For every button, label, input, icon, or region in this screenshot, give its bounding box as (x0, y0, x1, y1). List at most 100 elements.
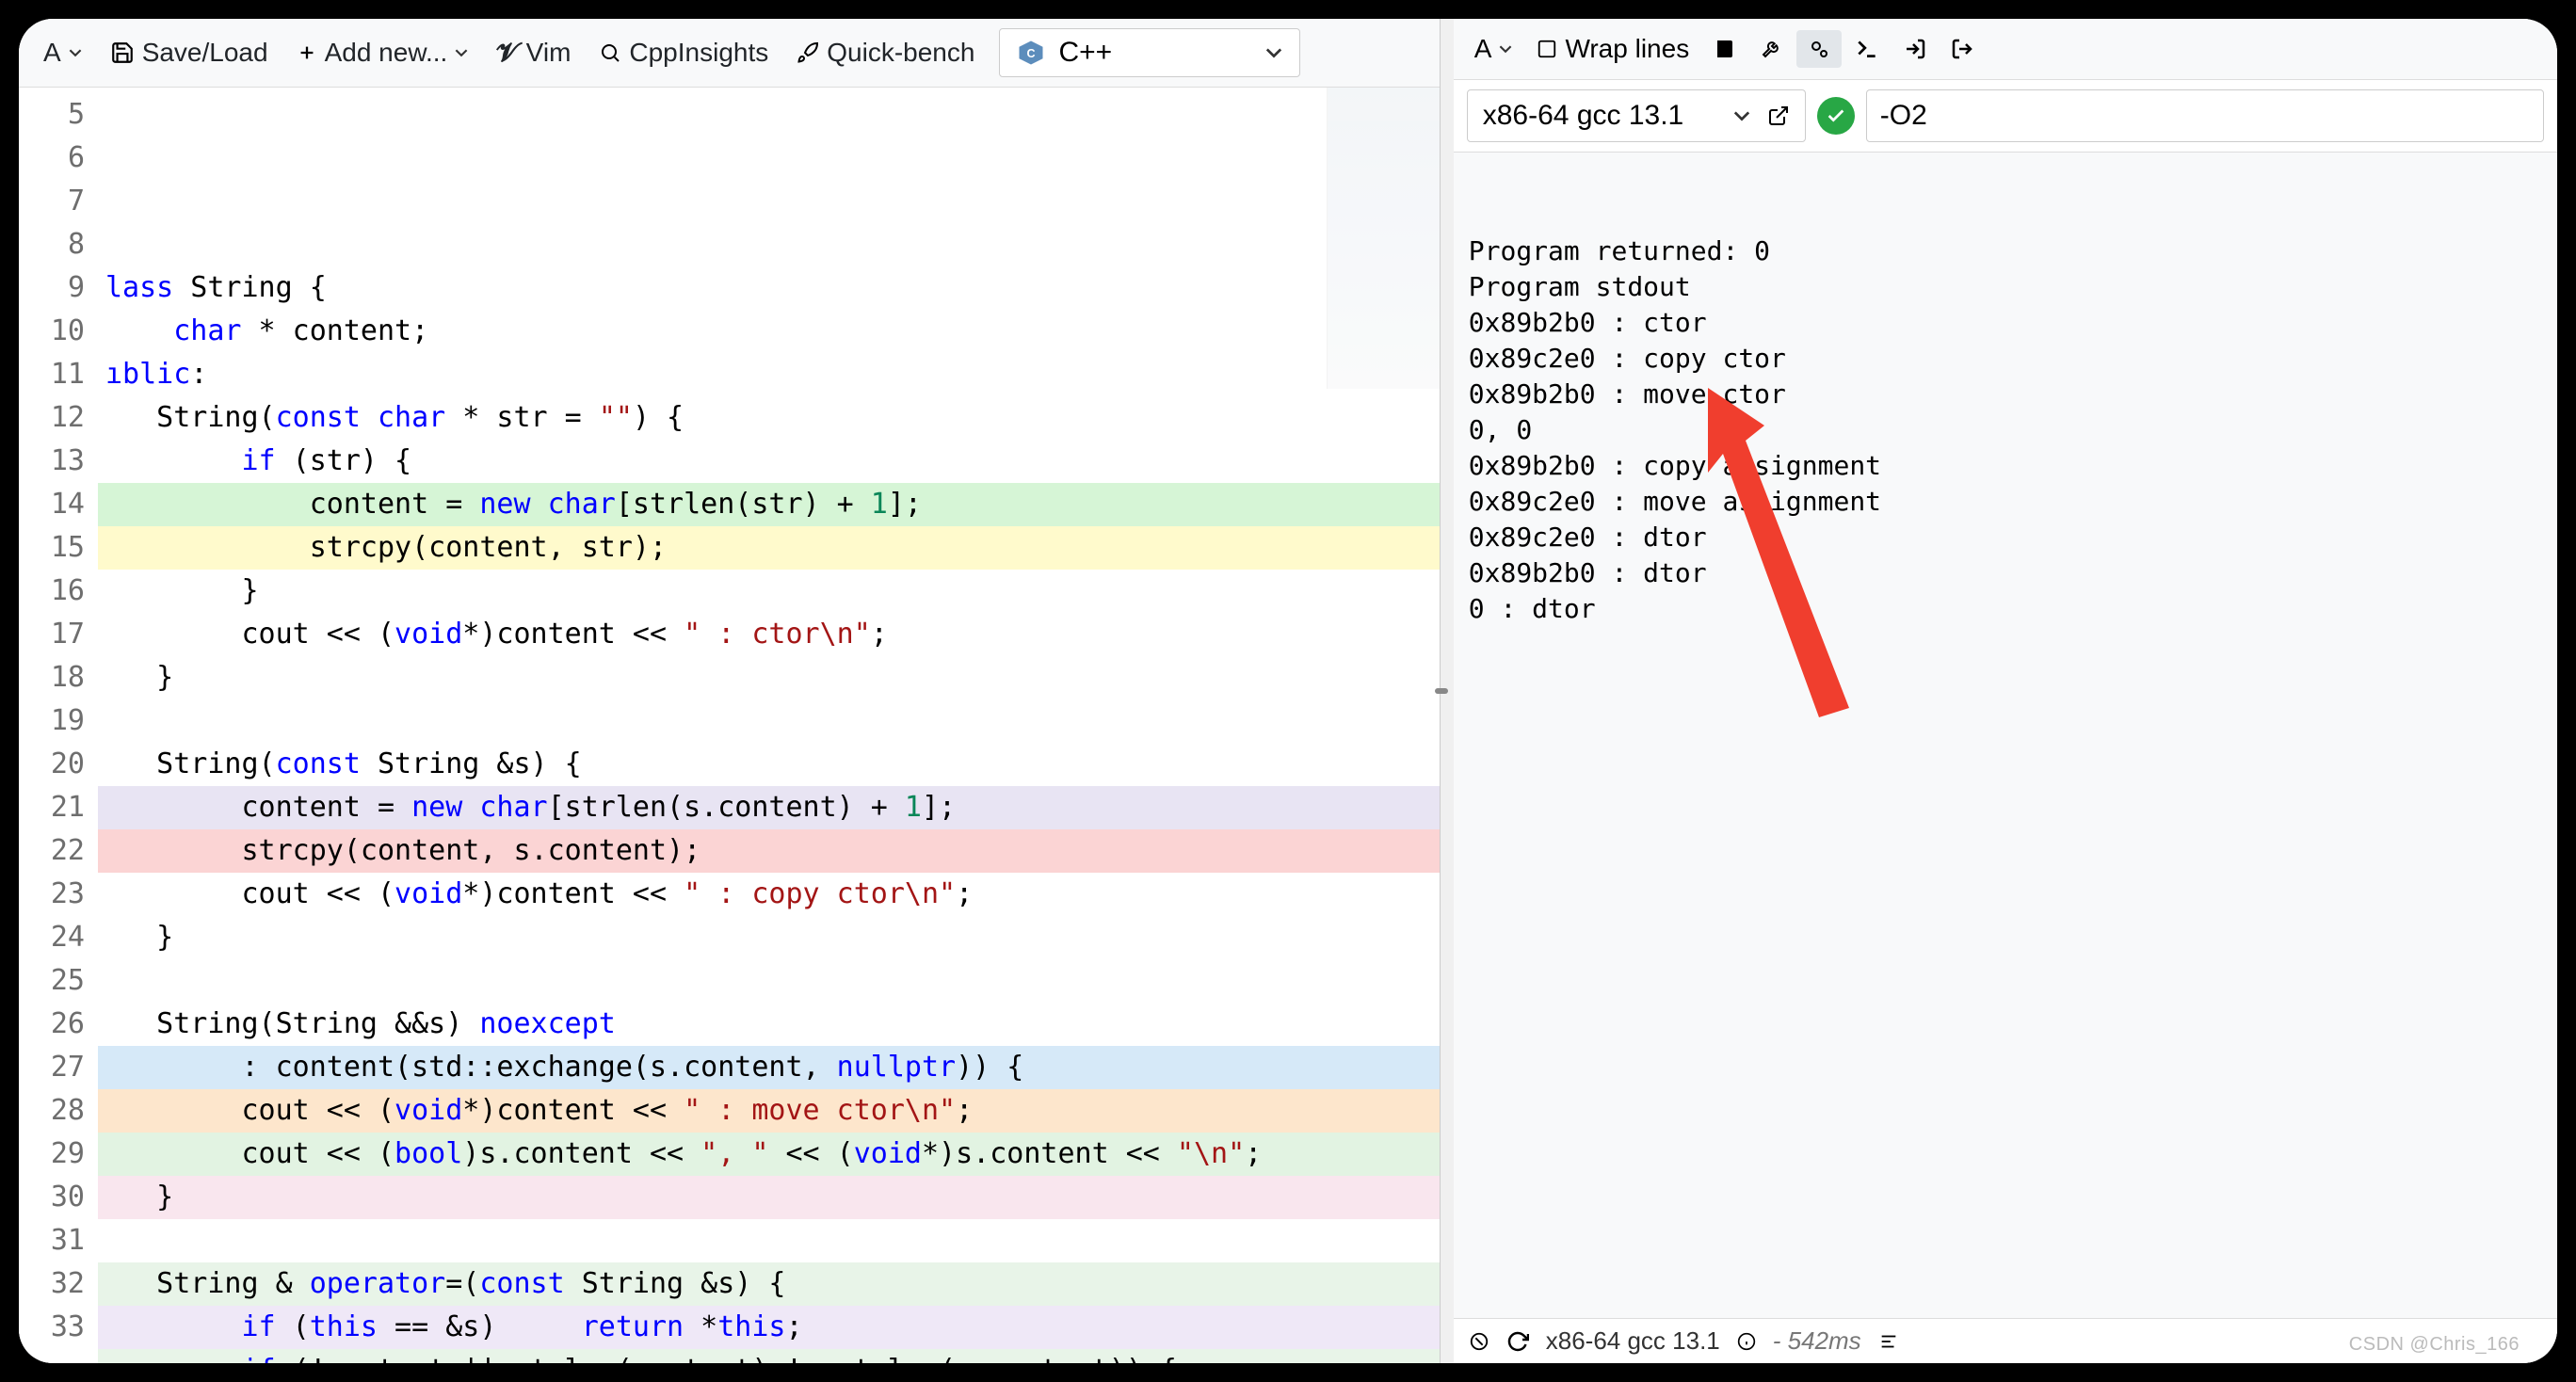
code-line[interactable]: : content(std::exchange(s.content, nullp… (98, 1046, 1440, 1089)
caret-down-icon (1265, 44, 1282, 61)
libraries-button[interactable] (1702, 30, 1747, 68)
code-line[interactable]: lass String { (98, 266, 1440, 310)
wrench-icon (1761, 38, 1783, 60)
line-gutter: 5678910111213141516171819202122232425262… (19, 88, 98, 1363)
gears-icon (1808, 38, 1830, 60)
compiler-flags-value: -O2 (1880, 100, 1927, 131)
code-line[interactable]: cout << (void*)content << " : move ctor\… (98, 1089, 1440, 1133)
output-line: 0, 0 (1469, 412, 2542, 448)
output-line: 0x89b2b0 : dtor (1469, 555, 2542, 591)
app-frame: A Save/Load Add new... 𝓥 Vim CppInsights (19, 19, 2557, 1363)
save-load-label: Save/Load (142, 38, 268, 68)
refresh-icon[interactable] (1506, 1330, 1529, 1353)
compiler-name: x86-64 gcc 13.1 (1483, 100, 1683, 132)
output-line: 0x89c2e0 : dtor (1469, 520, 2542, 555)
code-line[interactable]: String(const char * str = "") { (98, 396, 1440, 440)
editor-pane: A Save/Load Add new... 𝓥 Vim CppInsights (19, 19, 1441, 1363)
code-line[interactable]: cout << (void*)content << " : copy ctor\… (98, 873, 1440, 916)
login-icon (1904, 38, 1926, 60)
code-line[interactable] (98, 959, 1440, 1003)
caret-down-icon (1499, 42, 1512, 56)
compiler-row: x86-64 gcc 13.1 -O2 (1454, 80, 2557, 153)
font-label: A (43, 38, 61, 68)
output-line: 0x89c2e0 : move assignment (1469, 484, 2542, 520)
code-line[interactable]: } (98, 656, 1440, 699)
external-link-icon[interactable] (1767, 104, 1790, 127)
caret-down-icon (455, 46, 468, 59)
editor-toolbar: A Save/Load Add new... 𝓥 Vim CppInsights (19, 19, 1440, 88)
output-toolbar: A Wrap lines (1454, 19, 2557, 80)
output-pane: A Wrap lines (1454, 19, 2557, 1363)
code-line[interactable]: String(String &&s) noexcept (98, 1003, 1440, 1046)
font-dropdown-output[interactable]: A (1463, 26, 1524, 72)
code-editor[interactable]: 5678910111213141516171819202122232425262… (19, 88, 1440, 1363)
terminal-icon (1855, 37, 1879, 61)
code-line[interactable] (98, 223, 1440, 266)
popout-button[interactable] (1940, 30, 1985, 68)
output-line: 0x89b2b0 : ctor (1469, 305, 2542, 341)
font-dropdown[interactable]: A (32, 32, 93, 73)
cppinsights-button[interactable]: CppInsights (588, 32, 780, 73)
code-line[interactable]: char * content; (98, 310, 1440, 353)
output-line: 0x89b2b0 : copy assignment (1469, 448, 2542, 484)
code-line[interactable]: if (str) { (98, 440, 1440, 483)
code-area[interactable]: lass String { char * content;ıblic: Stri… (98, 88, 1440, 1363)
logout-icon (1951, 38, 1973, 60)
vim-label: Vim (526, 38, 572, 68)
output-line: 0x89b2b0 : move ctor (1469, 377, 2542, 412)
output-line: 0 : dtor (1469, 591, 2542, 627)
quickbench-label: Quick-bench (827, 38, 974, 68)
add-new-label: Add new... (325, 38, 448, 68)
code-line[interactable]: } (98, 1176, 1440, 1219)
vim-button[interactable]: 𝓥 Vim (485, 32, 582, 74)
code-line[interactable]: ıblic: (98, 353, 1440, 396)
compiler-flags-input[interactable]: -O2 (1866, 89, 2544, 142)
output-line: Program returned: 0 (1469, 233, 2542, 269)
status-compiler: x86-64 gcc 13.1 (1546, 1326, 1720, 1356)
bytes-icon[interactable] (1878, 1331, 1899, 1352)
compiler-select[interactable]: x86-64 gcc 13.1 (1467, 89, 1806, 142)
code-line[interactable]: cout << (void*)content << " : ctor\n"; (98, 613, 1440, 656)
code-line[interactable]: strcpy(content, s.content); (98, 829, 1440, 873)
code-line[interactable]: } (98, 570, 1440, 613)
minimap[interactable] (1327, 88, 1440, 389)
status-time: - 542ms (1773, 1326, 1861, 1356)
output-settings-button[interactable] (1796, 30, 1842, 68)
output-line: 0x89c2e0 : copy ctor (1469, 341, 2542, 377)
code-line[interactable]: strcpy(content, str); (98, 526, 1440, 570)
save-load-button[interactable]: Save/Load (99, 32, 280, 73)
svg-text:C: C (1027, 47, 1036, 60)
compile-status-ok (1817, 97, 1855, 135)
terminal-button[interactable] (1843, 29, 1891, 69)
code-line[interactable]: content = new char[strlen(str) + 1]; (98, 483, 1440, 526)
language-label: C++ (1058, 37, 1112, 69)
code-line[interactable]: if (!content || strlen(content) != strle… (98, 1349, 1440, 1363)
square-icon (1537, 39, 1557, 59)
watermark: CSDN @Chris_166 (2349, 1334, 2520, 1356)
plus-icon (297, 42, 317, 63)
settings-button[interactable] (1749, 30, 1795, 68)
wrap-lines-toggle[interactable]: Wrap lines (1525, 26, 1700, 72)
caret-down-icon (69, 46, 82, 59)
code-line[interactable]: cout << (bool)s.content << ", " << (void… (98, 1133, 1440, 1176)
quickbench-button[interactable]: Quick-bench (785, 32, 986, 73)
code-line[interactable]: String & operator=(const String &s) { (98, 1262, 1440, 1306)
share-button[interactable] (1892, 30, 1938, 68)
info-icon[interactable] (1737, 1332, 1756, 1351)
add-new-dropdown[interactable]: Add new... (285, 32, 480, 73)
wrap-lines-label: Wrap lines (1565, 34, 1689, 64)
code-line[interactable] (98, 699, 1440, 743)
pane-splitter[interactable] (1441, 19, 1454, 1363)
code-line[interactable]: } (98, 916, 1440, 959)
caret-down-icon (1733, 107, 1750, 124)
code-line[interactable]: String(const String &s) { (98, 743, 1440, 786)
clear-output-icon[interactable] (1469, 1331, 1489, 1352)
rocket-icon (797, 41, 819, 64)
check-icon (1826, 105, 1846, 126)
code-line[interactable] (98, 1219, 1440, 1262)
code-line[interactable]: if (this == &s) return *this; (98, 1306, 1440, 1349)
program-output[interactable]: Program returned: 0Program stdout0x89b2b… (1454, 153, 2557, 1318)
code-line[interactable]: content = new char[strlen(s.content) + 1… (98, 786, 1440, 829)
vim-icon: 𝓥 (496, 38, 518, 69)
language-select[interactable]: C C++ (999, 28, 1300, 77)
